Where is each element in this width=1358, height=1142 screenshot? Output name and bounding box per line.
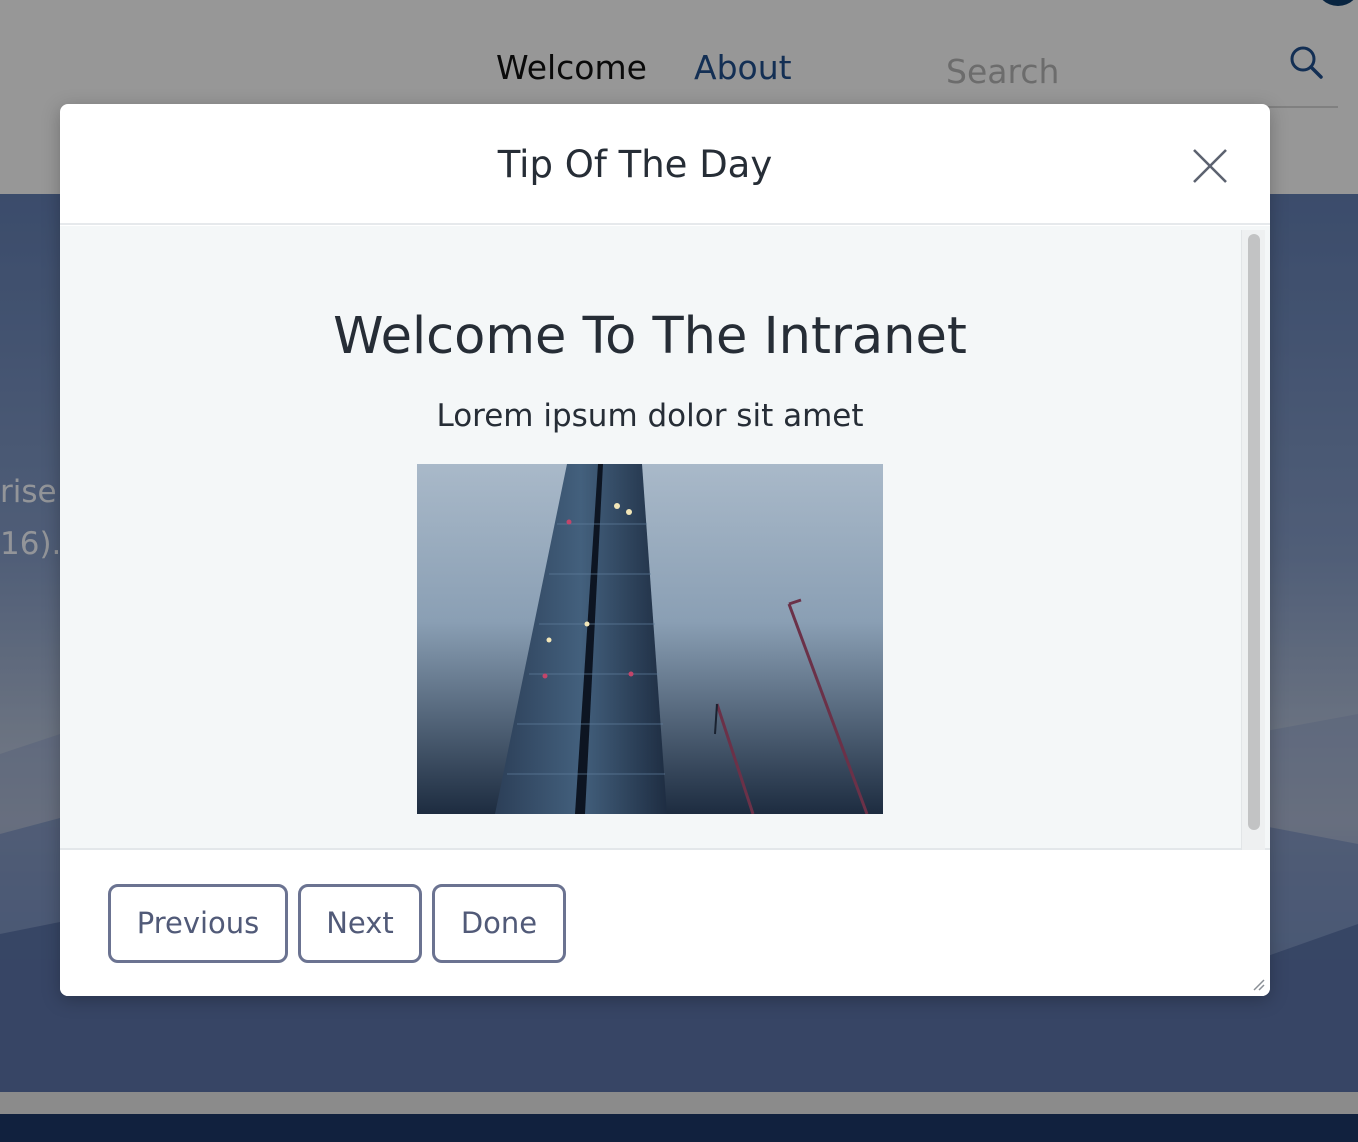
dialog-header: Tip Of The Day <box>60 104 1270 225</box>
next-button[interactable]: Next <box>298 884 422 963</box>
resize-grip-icon[interactable] <box>1250 976 1266 992</box>
tip-of-the-day-dialog: Tip Of The Day Welcome To The Intranet L… <box>60 104 1270 996</box>
dialog-title: Tip Of The Day <box>497 143 773 186</box>
dialog-body: Welcome To The Intranet Lorem ipsum dolo… <box>60 226 1270 850</box>
done-button[interactable]: Done <box>432 884 566 963</box>
scrollbar-thumb[interactable] <box>1248 234 1260 830</box>
tip-heading: Welcome To The Intranet <box>333 307 967 366</box>
dialog-scrollbar[interactable] <box>1241 230 1265 850</box>
building-photo-image <box>417 464 883 814</box>
previous-button[interactable]: Previous <box>108 884 288 963</box>
tip-subtitle: Lorem ipsum dolor sit amet <box>436 398 864 434</box>
close-icon[interactable] <box>1190 146 1230 186</box>
dialog-footer: Previous Next Done <box>60 850 1270 996</box>
